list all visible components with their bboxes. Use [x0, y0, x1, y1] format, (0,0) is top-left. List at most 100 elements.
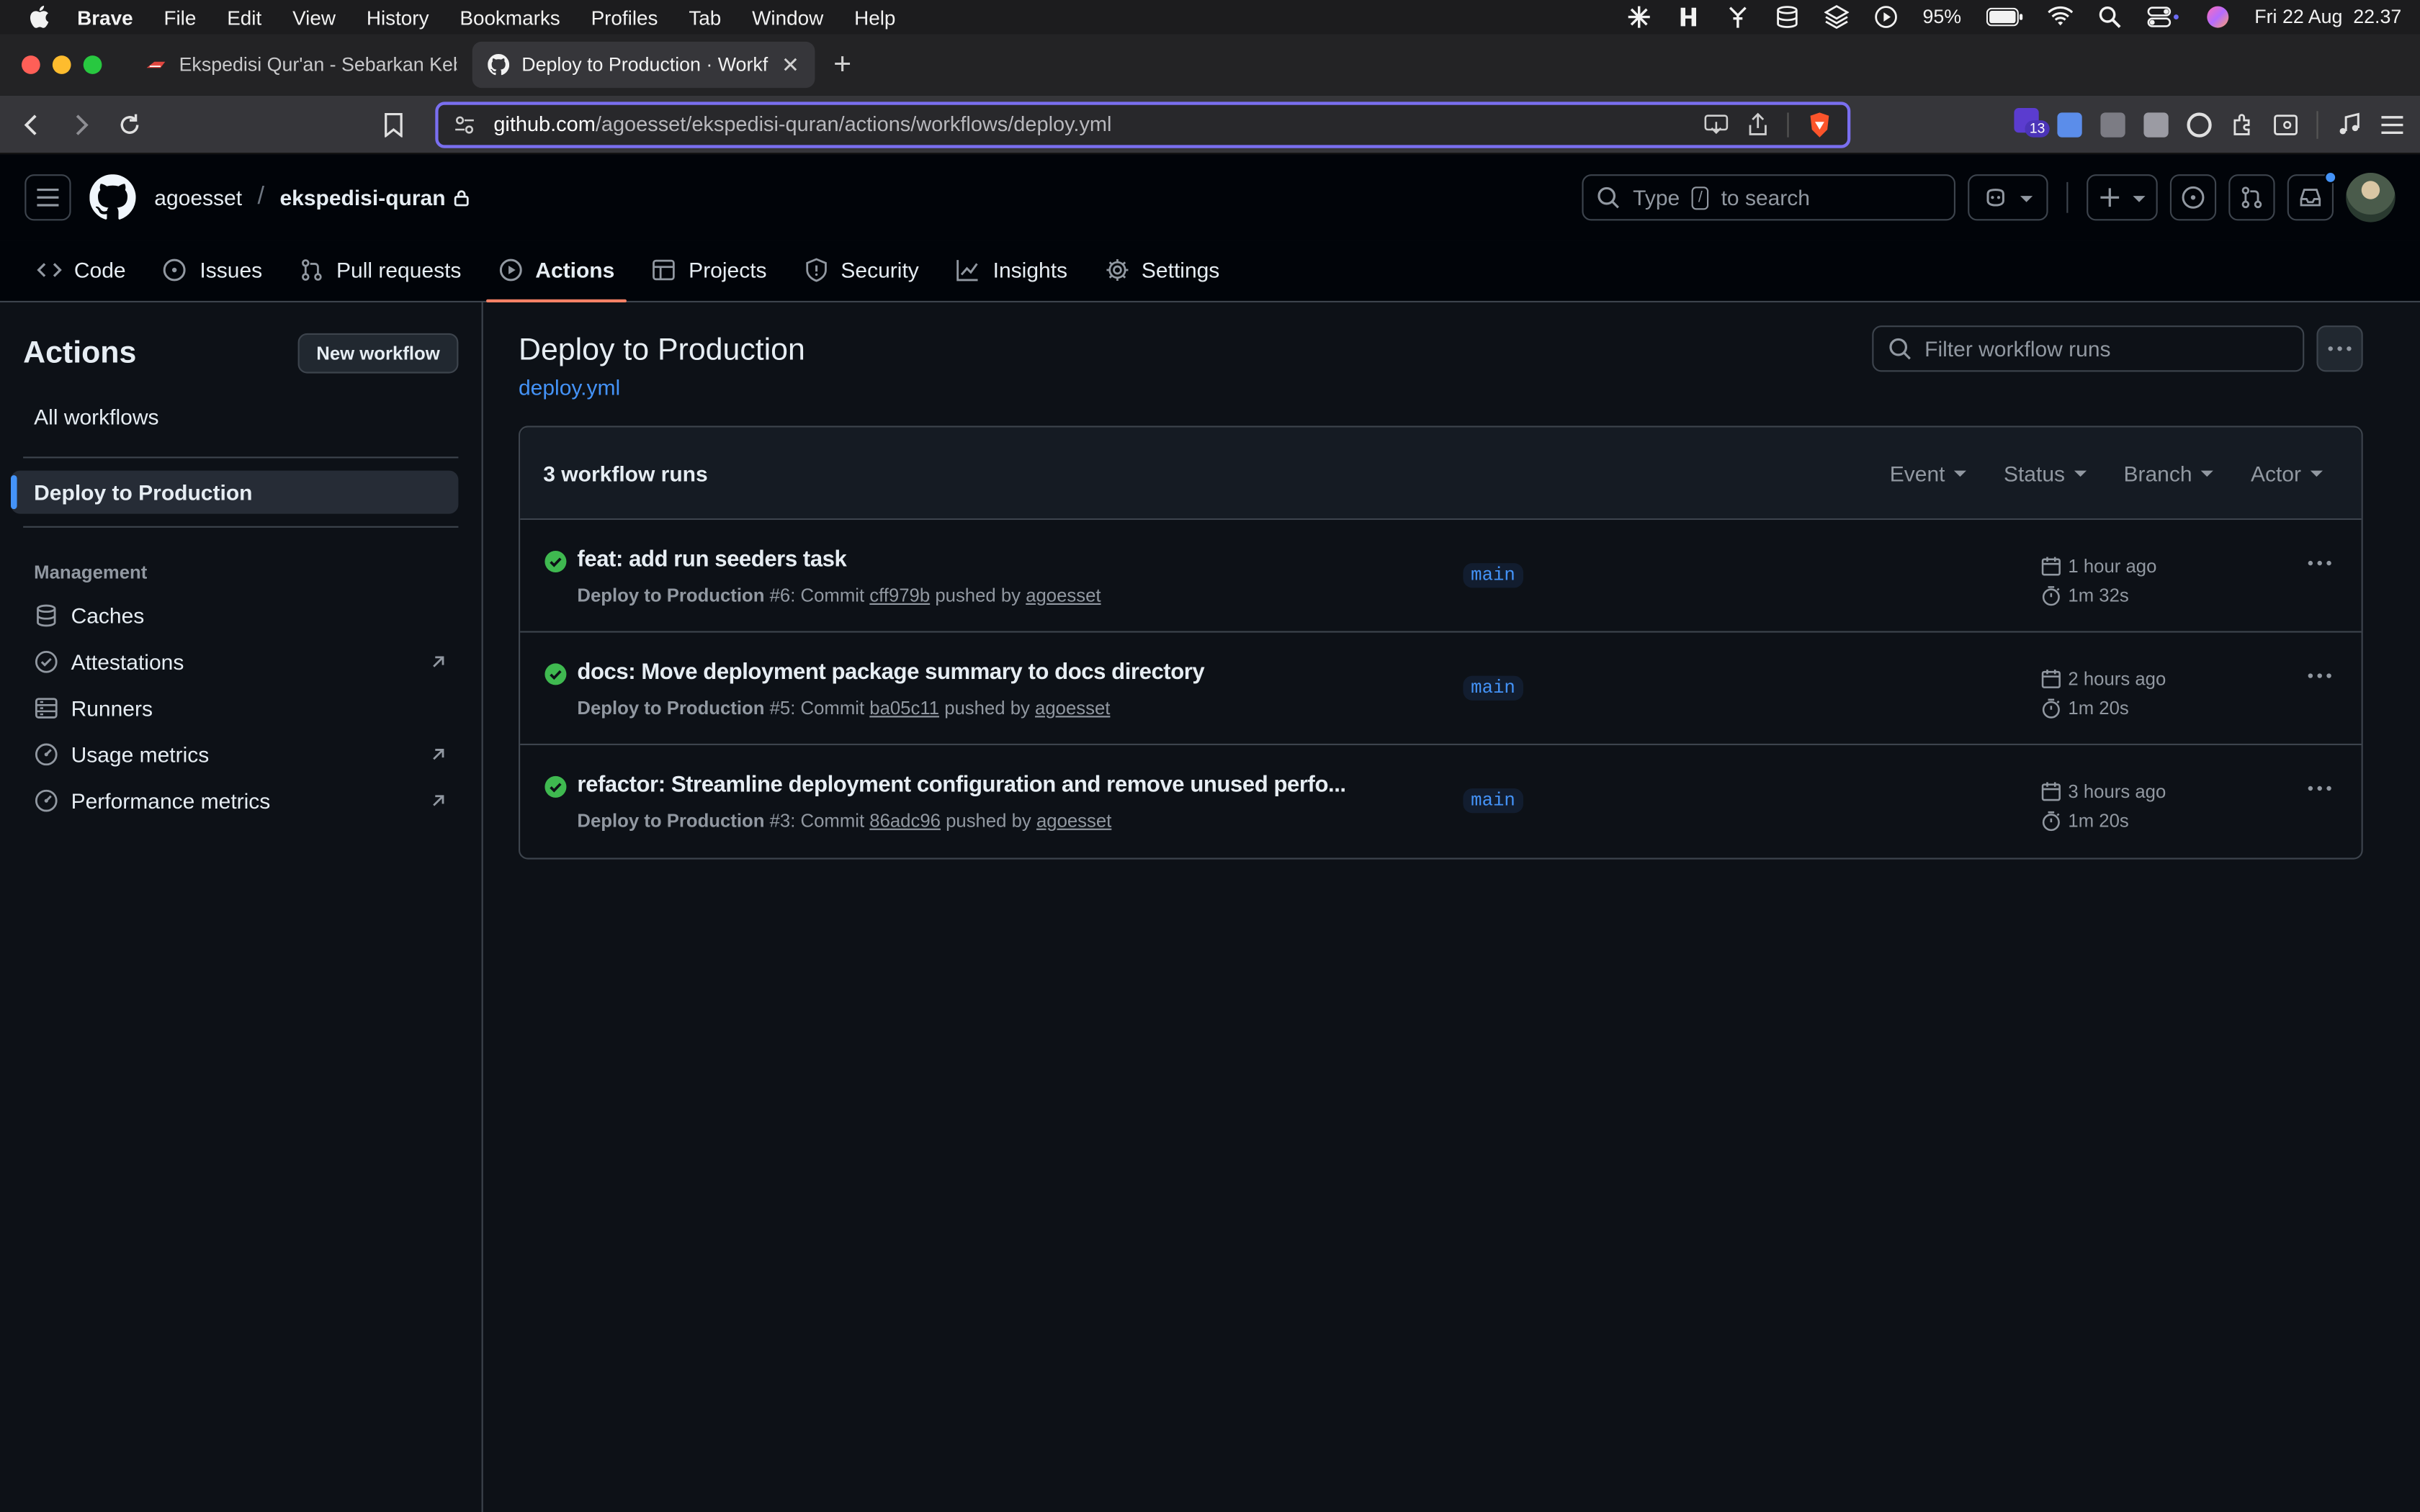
- menu-bookmarks[interactable]: Bookmarks: [460, 6, 560, 29]
- run-actor-link[interactable]: agoesset: [1035, 698, 1110, 719]
- extension-with-badge[interactable]: 13: [2014, 108, 2050, 140]
- workflow-run-row[interactable]: feat: add run seeders task Deploy to Pro…: [520, 520, 2362, 633]
- close-tab-button[interactable]: ✕: [781, 52, 799, 78]
- global-search-input[interactable]: Type / to search: [1582, 174, 1955, 221]
- tab-settings[interactable]: Settings: [1092, 258, 1232, 301]
- address-bar[interactable]: github.com/agoesset/ekspedisi-quran/acti…: [434, 101, 1851, 148]
- h-status-icon[interactable]: [1676, 4, 1700, 29]
- menu-file[interactable]: File: [163, 6, 196, 29]
- new-workflow-button[interactable]: New workflow: [297, 333, 459, 374]
- run-title-link[interactable]: refactor: Streamline deployment configur…: [577, 773, 1441, 798]
- run-more-options-button[interactable]: [2304, 672, 2335, 679]
- run-more-options-button[interactable]: [2304, 560, 2335, 567]
- pull-requests-header-button[interactable]: [2228, 174, 2275, 221]
- run-commit-sha-link[interactable]: ba05c11: [869, 698, 939, 719]
- branch-filter-dropdown[interactable]: Branch: [2123, 461, 2214, 485]
- new-tab-button[interactable]: +: [833, 47, 851, 82]
- tab-issues[interactable]: Issues: [151, 258, 274, 301]
- branch-label[interactable]: main: [1463, 675, 1523, 701]
- all-workflows-link[interactable]: All workflows: [23, 395, 458, 438]
- open-global-nav-button[interactable]: [24, 174, 71, 221]
- menu-app-name[interactable]: Brave: [77, 6, 133, 29]
- workflow-run-row[interactable]: docs: Move deployment package summary to…: [520, 633, 2362, 745]
- play-status-icon[interactable]: [1873, 4, 1898, 29]
- run-commit-sha-link[interactable]: 86adc96: [869, 810, 941, 832]
- user-avatar[interactable]: [2346, 173, 2396, 222]
- install-app-icon[interactable]: [1704, 114, 1729, 135]
- menubar-datetime[interactable]: Fri 22 Aug 22.37: [2254, 6, 2401, 28]
- run-more-options-button[interactable]: [2304, 786, 2335, 792]
- branch-label[interactable]: main: [1463, 788, 1523, 814]
- control-center-icon[interactable]: [2146, 6, 2180, 28]
- extension-code-icon[interactable]: [2100, 112, 2125, 137]
- menu-help[interactable]: Help: [854, 6, 895, 29]
- wifi-icon[interactable]: [2048, 4, 2073, 29]
- tab-actions[interactable]: Actions: [485, 258, 628, 302]
- copilot-button[interactable]: [1968, 174, 2048, 221]
- menu-profiles[interactable]: Profiles: [591, 6, 658, 29]
- workflow-run-row[interactable]: refactor: Streamline deployment configur…: [520, 745, 2361, 858]
- site-settings-icon[interactable]: [454, 114, 475, 135]
- menu-tab[interactable]: Tab: [689, 6, 721, 29]
- sparkle-status-icon[interactable]: [1626, 4, 1651, 29]
- menu-view[interactable]: View: [292, 6, 336, 29]
- close-window-button[interactable]: [22, 55, 40, 74]
- tab-projects[interactable]: Projects: [640, 258, 779, 301]
- sidebar-item-usage-metrics[interactable]: Usage metrics: [23, 732, 458, 778]
- sidebar-item-caches[interactable]: Caches: [23, 593, 458, 639]
- filter-workflow-runs-input[interactable]: Filter workflow runs: [1872, 325, 2305, 372]
- bookmark-button[interactable]: [377, 107, 411, 141]
- workflow-file-link[interactable]: deploy.yml: [519, 375, 805, 400]
- sidebar-item-runners[interactable]: Runners: [23, 685, 458, 731]
- actor-filter-dropdown[interactable]: Actor: [2251, 461, 2323, 485]
- back-button[interactable]: [15, 107, 48, 141]
- reload-button[interactable]: [112, 107, 145, 141]
- sidebar-item-attestations[interactable]: Attestations: [23, 639, 458, 685]
- repo-owner-link[interactable]: agoesset: [154, 185, 242, 210]
- workflow-more-options-button[interactable]: [2316, 325, 2363, 372]
- tab-code[interactable]: Code: [24, 258, 138, 301]
- create-new-button[interactable]: [2087, 174, 2158, 221]
- spotlight-search-icon[interactable]: [2097, 4, 2122, 29]
- run-title-link[interactable]: docs: Move deployment package summary to…: [577, 660, 1441, 685]
- menu-edit[interactable]: Edit: [227, 6, 261, 29]
- sidebar-item-deploy-to-production[interactable]: Deploy to Production: [11, 470, 459, 514]
- tab-insights[interactable]: Insights: [944, 258, 1080, 301]
- reader-mode-icon[interactable]: [2273, 112, 2298, 136]
- brave-shields-icon[interactable]: [1807, 110, 1832, 138]
- media-music-icon[interactable]: [2336, 112, 2361, 136]
- layers-status-icon[interactable]: [1824, 4, 1849, 30]
- run-commit-sha-link[interactable]: cff979b: [869, 585, 930, 606]
- issues-header-button[interactable]: [2169, 174, 2217, 221]
- event-filter-dropdown[interactable]: Event: [1890, 461, 1967, 485]
- browser-menu-icon[interactable]: [2380, 114, 2404, 135]
- siri-icon[interactable]: [2205, 4, 2230, 29]
- branch-label[interactable]: main: [1463, 563, 1523, 588]
- extensions-puzzle-icon[interactable]: [2230, 112, 2254, 136]
- menu-window[interactable]: Window: [752, 6, 823, 29]
- run-actor-link[interactable]: agoesset: [1026, 585, 1101, 606]
- notifications-button[interactable]: [2287, 171, 2337, 221]
- fork-status-icon[interactable]: [1725, 4, 1749, 29]
- zoom-window-button[interactable]: [83, 55, 102, 74]
- status-filter-dropdown[interactable]: Status: [2004, 461, 2087, 485]
- forward-button[interactable]: [64, 107, 97, 141]
- minimize-window-button[interactable]: [52, 55, 71, 74]
- extension-circle-icon[interactable]: [2187, 112, 2212, 137]
- tab-pull-requests[interactable]: Pull requests: [287, 258, 473, 301]
- sidebar-item-performance-metrics[interactable]: Performance metrics: [23, 778, 458, 824]
- extension-image-icon[interactable]: [2143, 112, 2169, 137]
- browser-tab-ekspedisi[interactable]: Ekspedisi Qur'an - Sebarkan Kebai: [130, 42, 472, 88]
- run-title-link[interactable]: feat: add run seeders task: [577, 548, 1441, 572]
- tab-security[interactable]: Security: [792, 258, 931, 301]
- battery-icon[interactable]: [1986, 7, 2022, 27]
- share-icon[interactable]: [1747, 112, 1769, 136]
- run-actor-link[interactable]: agoesset: [1036, 810, 1111, 832]
- browser-tab-deploy[interactable]: Deploy to Production · Workflo ✕: [472, 41, 815, 89]
- menu-history[interactable]: History: [367, 6, 429, 29]
- apple-logo-icon[interactable]: [28, 4, 50, 29]
- repo-name-link[interactable]: ekspedisi-quran: [279, 185, 445, 210]
- extension-doc-icon[interactable]: [2057, 112, 2082, 137]
- database-status-icon[interactable]: [1775, 4, 1799, 29]
- github-logo-icon[interactable]: [89, 174, 136, 220]
